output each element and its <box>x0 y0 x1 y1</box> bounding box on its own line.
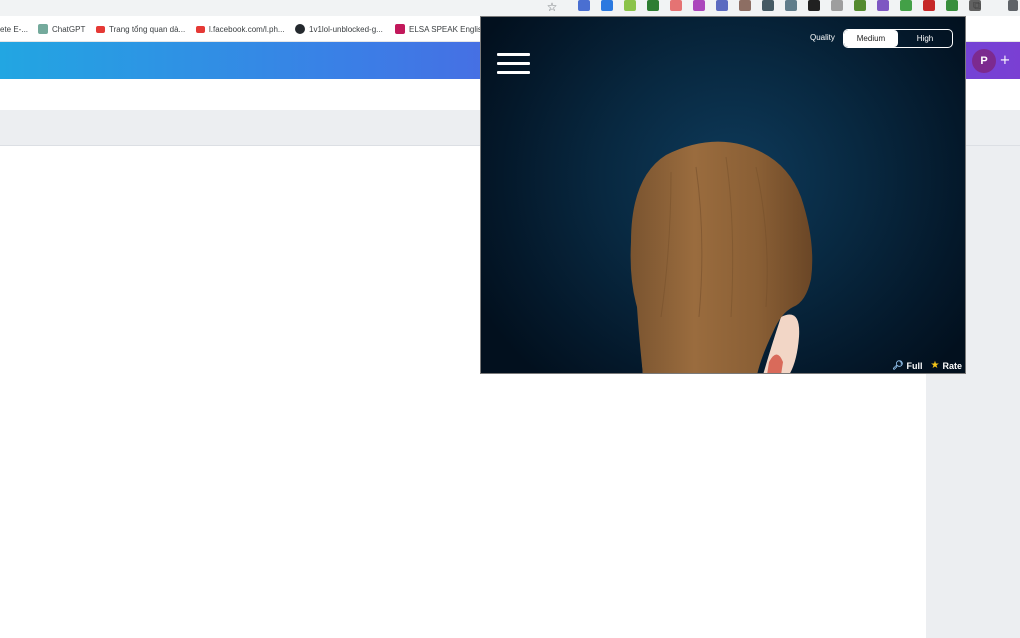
bookmark-label: l.facebook.com/l.ph... <box>209 24 285 34</box>
chatgpt-icon <box>38 24 48 34</box>
translate-icon[interactable] <box>601 0 613 11</box>
bookmark-item[interactable]: ELSA SPEAK English... <box>395 23 493 35</box>
avatar[interactable]: P <box>972 49 996 73</box>
magnifier-icon: 🔎︎ <box>892 360 904 371</box>
character-render[interactable] <box>481 17 966 374</box>
puzzle-game-icon[interactable] <box>854 0 866 11</box>
github-icon <box>295 24 305 34</box>
plus-icon[interactable]: + <box>998 51 1012 71</box>
purple-icon[interactable] <box>877 0 889 11</box>
bottom-controls: 🔎︎ Full ★ Rate <box>892 360 962 371</box>
mail-icon[interactable] <box>578 0 590 11</box>
game-icon[interactable] <box>739 0 751 11</box>
rate-label: Rate <box>942 360 962 371</box>
kaomoji-icon[interactable] <box>946 0 958 11</box>
quality-high-option[interactable]: High <box>898 30 952 47</box>
grid-icon[interactable] <box>716 0 728 11</box>
bookmark-item[interactable]: Trang tổng quan dà... <box>96 23 185 35</box>
browser-toolbar: ☆ ⧉ <box>0 0 1020 16</box>
bookmark-label: ChatGPT <box>52 24 86 34</box>
extension-row <box>578 0 981 12</box>
link-icon <box>196 25 205 33</box>
leaf-icon[interactable] <box>624 0 636 11</box>
home-icon[interactable] <box>923 0 935 11</box>
window-icon[interactable] <box>785 0 797 11</box>
bookmark-label: 1v1lol-unblocked-g... <box>309 24 383 34</box>
bookmark-item[interactable]: l.facebook.com/l.ph... <box>196 23 285 35</box>
photo-icon[interactable] <box>670 0 682 11</box>
palette-icon[interactable] <box>693 0 705 11</box>
cube-icon[interactable] <box>900 0 912 11</box>
bookmark-label: Trang tổng quan dà... <box>109 24 186 34</box>
quality-toggle[interactable]: Medium High <box>843 29 953 48</box>
full-button[interactable]: 🔎︎ Full <box>892 360 922 371</box>
bookmark-item[interactable]: 1v1lol-unblocked-g... <box>295 23 383 35</box>
bookmark-label: ete E-... <box>0 24 29 34</box>
star-icon: ★ <box>930 360 940 371</box>
bookmark-item[interactable]: ChatGPT <box>38 23 85 35</box>
quality-medium-option[interactable]: Medium <box>844 30 898 47</box>
settings-icon[interactable] <box>831 0 843 11</box>
bookmark-item[interactable]: ete E-... <box>0 23 28 35</box>
rate-button[interactable]: ★ Rate <box>931 360 962 371</box>
game-popup[interactable]: Quality Medium High 🔎︎ Full ★ Rate <box>480 16 966 374</box>
screen: ☆ ⧉ ete E-... ChatGPT Trang tổng quan dà… <box>0 0 1020 638</box>
film-icon[interactable] <box>762 0 774 11</box>
quality-label: Quality <box>810 33 835 42</box>
dark-icon[interactable] <box>808 0 820 11</box>
puzzle-icon[interactable]: ⧉ <box>973 0 981 12</box>
hamburger-menu-icon[interactable] <box>497 53 530 74</box>
star-icon[interactable]: ☆ <box>545 0 559 14</box>
profile-icon[interactable] <box>1008 0 1018 11</box>
link-icon <box>96 25 105 33</box>
full-label: Full <box>906 360 923 371</box>
shield-icon[interactable] <box>647 0 659 11</box>
elsa-icon <box>395 24 405 34</box>
